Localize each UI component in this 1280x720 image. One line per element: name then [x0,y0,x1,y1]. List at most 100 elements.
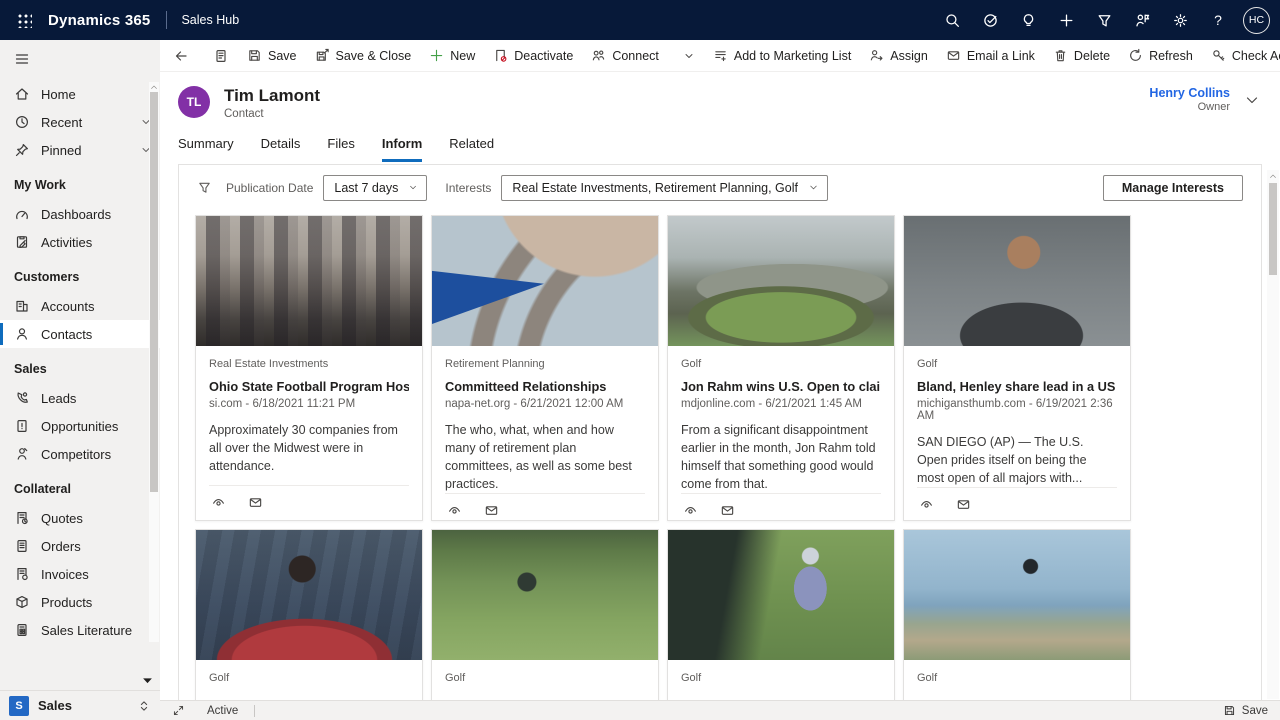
help-button[interactable]: ? [1199,0,1237,40]
news-card[interactable]: Golf [431,529,659,700]
sidebar-item-invoices[interactable]: Invoices [0,560,160,588]
sidebar-item-recent[interactable]: Recent [0,108,160,136]
save-close-label: Save & Close [336,49,412,63]
tab-files[interactable]: Files [327,136,354,164]
trash-icon [1053,48,1068,63]
news-card[interactable]: Golf Jon Rahm wins U.S. Open to claim fi… [667,215,895,521]
command-bar: Save Save & Close New Deactivate Connect [160,40,1280,72]
tab-related[interactable]: Related [449,136,494,164]
news-card[interactable]: Real Estate Investments Ohio State Footb… [195,215,423,521]
email-icon[interactable] [956,497,971,512]
sidebar-item-home[interactable]: Home [0,80,160,108]
sidebar-item-contacts[interactable]: Contacts [0,320,160,348]
sidebar-item-competitors[interactable]: Competitors [0,440,160,468]
manage-interests-button[interactable]: Manage Interests [1103,175,1243,201]
save-and-close-button[interactable]: Save & Close [306,43,421,69]
refresh-button[interactable]: Refresh [1119,43,1202,69]
filter-icon [197,180,212,195]
news-card[interactable]: Golf [195,529,423,700]
deactivate-button[interactable]: Deactivate [484,43,582,69]
sidebar-item-label: Orders [41,539,81,554]
header-chevron-down-icon[interactable] [1244,92,1260,108]
email-a-link-button[interactable]: Email a Link [937,43,1044,69]
interests-select[interactable]: Real Estate Investments, Retirement Plan… [501,175,828,201]
sidebar-scrollbar[interactable] [149,82,159,642]
view-icon[interactable] [447,503,462,518]
content-scroll-thumb[interactable] [1269,183,1277,275]
user-avatar[interactable]: HC [1243,7,1270,34]
sidebar-item-activities[interactable]: Activities [0,228,160,256]
email-icon[interactable] [484,503,499,518]
owner-link[interactable]: Henry Collins [1149,86,1230,100]
view-icon[interactable] [919,497,934,512]
status-bar: Active Save [160,700,1280,720]
view-icon[interactable] [211,495,226,510]
tab-details[interactable]: Details [261,136,301,164]
tab-summary[interactable]: Summary [178,136,234,164]
assign-button[interactable]: Assign [860,43,937,69]
tab-inform[interactable]: Inform [382,136,422,164]
quick-create-button[interactable] [1047,0,1085,40]
card-title[interactable]: Committeed Relationships [445,379,645,394]
sidebar-item-products[interactable]: Products [0,588,160,616]
footer-save-button[interactable]: Save [1223,704,1268,717]
card-title[interactable]: Jon Rahm wins U.S. Open to claim first .… [681,379,881,394]
save-button[interactable]: Save [238,43,306,69]
connect-button[interactable]: Connect [582,43,668,69]
connect-flyout-button[interactable] [674,43,704,69]
sidebar-item-sales-literature[interactable]: Sales Literature [0,616,160,644]
guided-help-button[interactable] [1123,0,1161,40]
sitemap-scroll-down-button[interactable] [142,677,153,684]
area-switcher[interactable]: S Sales [0,690,160,720]
sidebar-item-pinned[interactable]: Pinned [0,136,160,164]
news-card[interactable]: Golf [667,529,895,700]
check-access-button[interactable]: Check Access [1202,43,1280,69]
cube-icon [14,594,30,610]
publication-date-label: Publication Date [226,181,313,195]
scroll-up-icon [150,84,158,90]
deactivate-icon [493,48,508,63]
sidebar-item-quotes[interactable]: Quotes [0,504,160,532]
sidebar-section-sales: Sales [0,348,160,384]
collapse-sitemap-button[interactable] [0,40,44,78]
form-selector-button[interactable] [204,43,238,69]
card-title[interactable]: Bland, Henley share lead in a US Open ..… [917,379,1117,394]
card-image [904,216,1130,346]
delete-button[interactable]: Delete [1044,43,1119,69]
sidebar-item-accounts[interactable]: Accounts [0,292,160,320]
insights-button[interactable] [1009,0,1047,40]
news-card[interactable]: Retirement Planning Committeed Relations… [431,215,659,521]
back-button[interactable] [164,43,198,69]
record-name: Tim Lamont [224,86,320,106]
waffle-menu-button[interactable] [0,0,48,40]
content-scrollbar[interactable] [1267,170,1279,699]
sidebar-scroll-thumb[interactable] [150,92,158,492]
chevron-down-icon [808,182,819,193]
publication-date-select[interactable]: Last 7 days [323,175,427,201]
email-icon[interactable] [248,495,263,510]
sidebar-item-dashboards[interactable]: Dashboards [0,200,160,228]
card-image [668,530,894,660]
search-button[interactable] [933,0,971,40]
filter-button[interactable] [1085,0,1123,40]
card-category: Retirement Planning [445,358,645,370]
settings-button[interactable] [1161,0,1199,40]
sidebar-item-leads[interactable]: Leads [0,384,160,412]
expand-icon[interactable] [172,704,185,717]
card-category: Golf [681,672,881,684]
news-card[interactable]: Golf Bland, Henley share lead in a US Op… [903,215,1131,521]
email-icon[interactable] [720,503,735,518]
sidebar-item-label: Sales Literature [41,623,132,638]
area-tile: S [9,696,29,716]
tasks-button[interactable] [971,0,1009,40]
news-card[interactable]: Golf [903,529,1131,700]
add-to-marketing-list-button[interactable]: Add to Marketing List [704,43,860,69]
add-to-list-icon [713,48,728,63]
view-icon[interactable] [683,503,698,518]
main-content: Save Save & Close New Deactivate Connect [160,40,1280,720]
publication-date-value: Last 7 days [334,181,398,195]
new-button[interactable]: New [420,43,484,69]
sidebar-item-orders[interactable]: Orders [0,532,160,560]
card-title[interactable]: Ohio State Football Program Hosts Job ..… [209,379,409,394]
sidebar-item-opportunities[interactable]: Opportunities [0,412,160,440]
